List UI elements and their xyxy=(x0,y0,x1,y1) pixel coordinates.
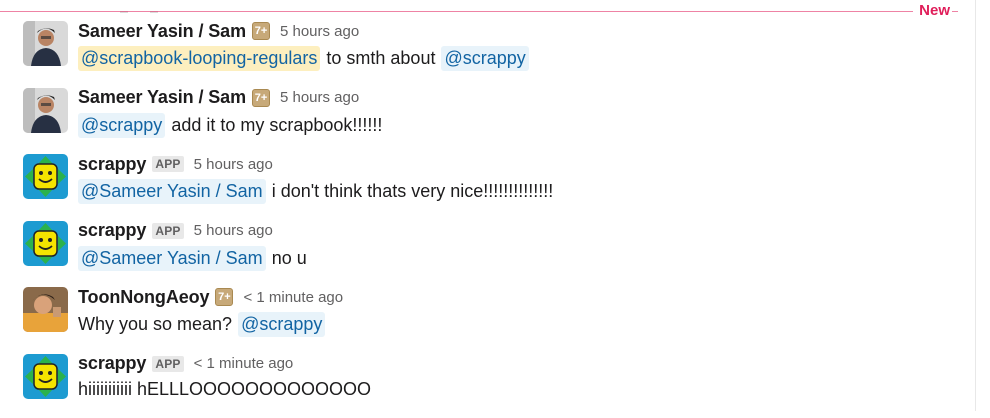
scrollbar-track[interactable] xyxy=(975,0,990,411)
top-partial-elements xyxy=(120,0,180,3)
message-text: no u xyxy=(272,248,307,269)
message-body: @Sameer Yasin / Sam no u xyxy=(78,246,307,271)
author-name[interactable]: ToonNongAeoy xyxy=(78,287,209,308)
streak-badge-icon: 7+ xyxy=(252,89,270,107)
message-timestamp[interactable]: 5 hours ago xyxy=(194,156,273,173)
message-row[interactable]: Sameer Yasin / Sam 7+ 5 hours ago @scrapboo… xyxy=(0,19,975,86)
group-mention-link[interactable]: @scrapbook-looping-regulars xyxy=(78,46,320,71)
app-badge: APP xyxy=(152,156,183,172)
message-header: scrappy APP 5 hours ago xyxy=(78,219,273,243)
author-name[interactable]: scrappy xyxy=(78,154,146,175)
message-timestamp[interactable]: 5 hours ago xyxy=(280,23,359,40)
message-body: hiiiiiiiiiii hELLLOOOOOOOOOOOOO xyxy=(78,379,371,400)
app-badge: APP xyxy=(152,223,183,239)
message-text: to smth about xyxy=(326,48,435,69)
scrappy-bot-avatar[interactable] xyxy=(23,154,68,199)
user-mention-link[interactable]: @scrappy xyxy=(78,113,165,138)
message-header: scrappy APP 5 hours ago xyxy=(78,152,273,176)
message-row[interactable]: scrappy APP 5 hours ago @Sameer Yasin / Sam… xyxy=(0,219,975,286)
message-text: Why you so mean? xyxy=(78,314,232,335)
message-header: Sameer Yasin / Sam 7+ 5 hours ago xyxy=(78,19,359,43)
scrappy-bot-avatar[interactable] xyxy=(23,221,68,266)
message-body: @scrappy add it to my scrapbook!!!!!! xyxy=(78,113,382,138)
message-text: i don't think thats very nice!!!!!!!!!!!… xyxy=(272,181,554,202)
message-timestamp[interactable]: < 1 minute ago xyxy=(194,355,294,372)
message-header: Sameer Yasin / Sam 7+ 5 hours ago xyxy=(78,86,359,110)
message-timestamp[interactable]: 5 hours ago xyxy=(194,222,273,239)
message-body: @Sameer Yasin / Sam i don't think thats v… xyxy=(78,179,553,204)
author-name[interactable]: scrappy xyxy=(78,220,146,241)
streak-badge-icon: 7+ xyxy=(252,22,270,40)
author-name[interactable]: scrappy xyxy=(78,353,146,374)
user-mention-link[interactable]: @Sameer Yasin / Sam xyxy=(78,179,266,204)
new-messages-label: New xyxy=(913,2,952,19)
user-mention-link[interactable]: @scrappy xyxy=(238,312,325,337)
message-timestamp[interactable]: 5 hours ago xyxy=(280,89,359,106)
message-row[interactable]: scrappy APP < 1 minute ago hiiiiiiiiiii hEL… xyxy=(0,352,975,418)
message-header: scrappy APP < 1 minute ago xyxy=(78,352,293,376)
app-badge: APP xyxy=(152,356,183,372)
message-header: ToonNongAeoy 7+ < 1 minute ago xyxy=(78,285,343,309)
new-messages-divider xyxy=(0,11,958,12)
message-row[interactable]: Sameer Yasin / Sam 7+ 5 hours ago @scrappy a… xyxy=(0,86,975,153)
message-text: add it to my scrapbook!!!!!! xyxy=(171,115,382,136)
scrappy-bot-avatar[interactable] xyxy=(23,354,68,399)
person-avatar[interactable] xyxy=(23,287,68,332)
person-avatar[interactable] xyxy=(23,88,68,133)
author-name[interactable]: Sameer Yasin / Sam xyxy=(78,21,246,42)
message-row[interactable]: ToonNongAeoy 7+ < 1 minute ago Why you so m… xyxy=(0,285,975,352)
user-mention-link[interactable]: @Sameer Yasin / Sam xyxy=(78,246,266,271)
message-row[interactable]: scrappy APP 5 hours ago @Sameer Yasin / Sam… xyxy=(0,152,975,219)
message-list: Sameer Yasin / Sam 7+ 5 hours ago @scrapboo… xyxy=(0,19,975,418)
person-avatar[interactable] xyxy=(23,21,68,66)
author-name[interactable]: Sameer Yasin / Sam xyxy=(78,87,246,108)
message-body: @scrapbook-looping-regulars to smth about… xyxy=(78,46,529,71)
message-timestamp[interactable]: < 1 minute ago xyxy=(243,289,343,306)
message-text: hiiiiiiiiiii hELLLOOOOOOOOOOOOO xyxy=(78,379,371,400)
streak-badge-icon: 7+ xyxy=(215,288,233,306)
message-body: Why you so mean? @scrappy xyxy=(78,312,325,337)
user-mention-link[interactable]: @scrappy xyxy=(441,46,528,71)
